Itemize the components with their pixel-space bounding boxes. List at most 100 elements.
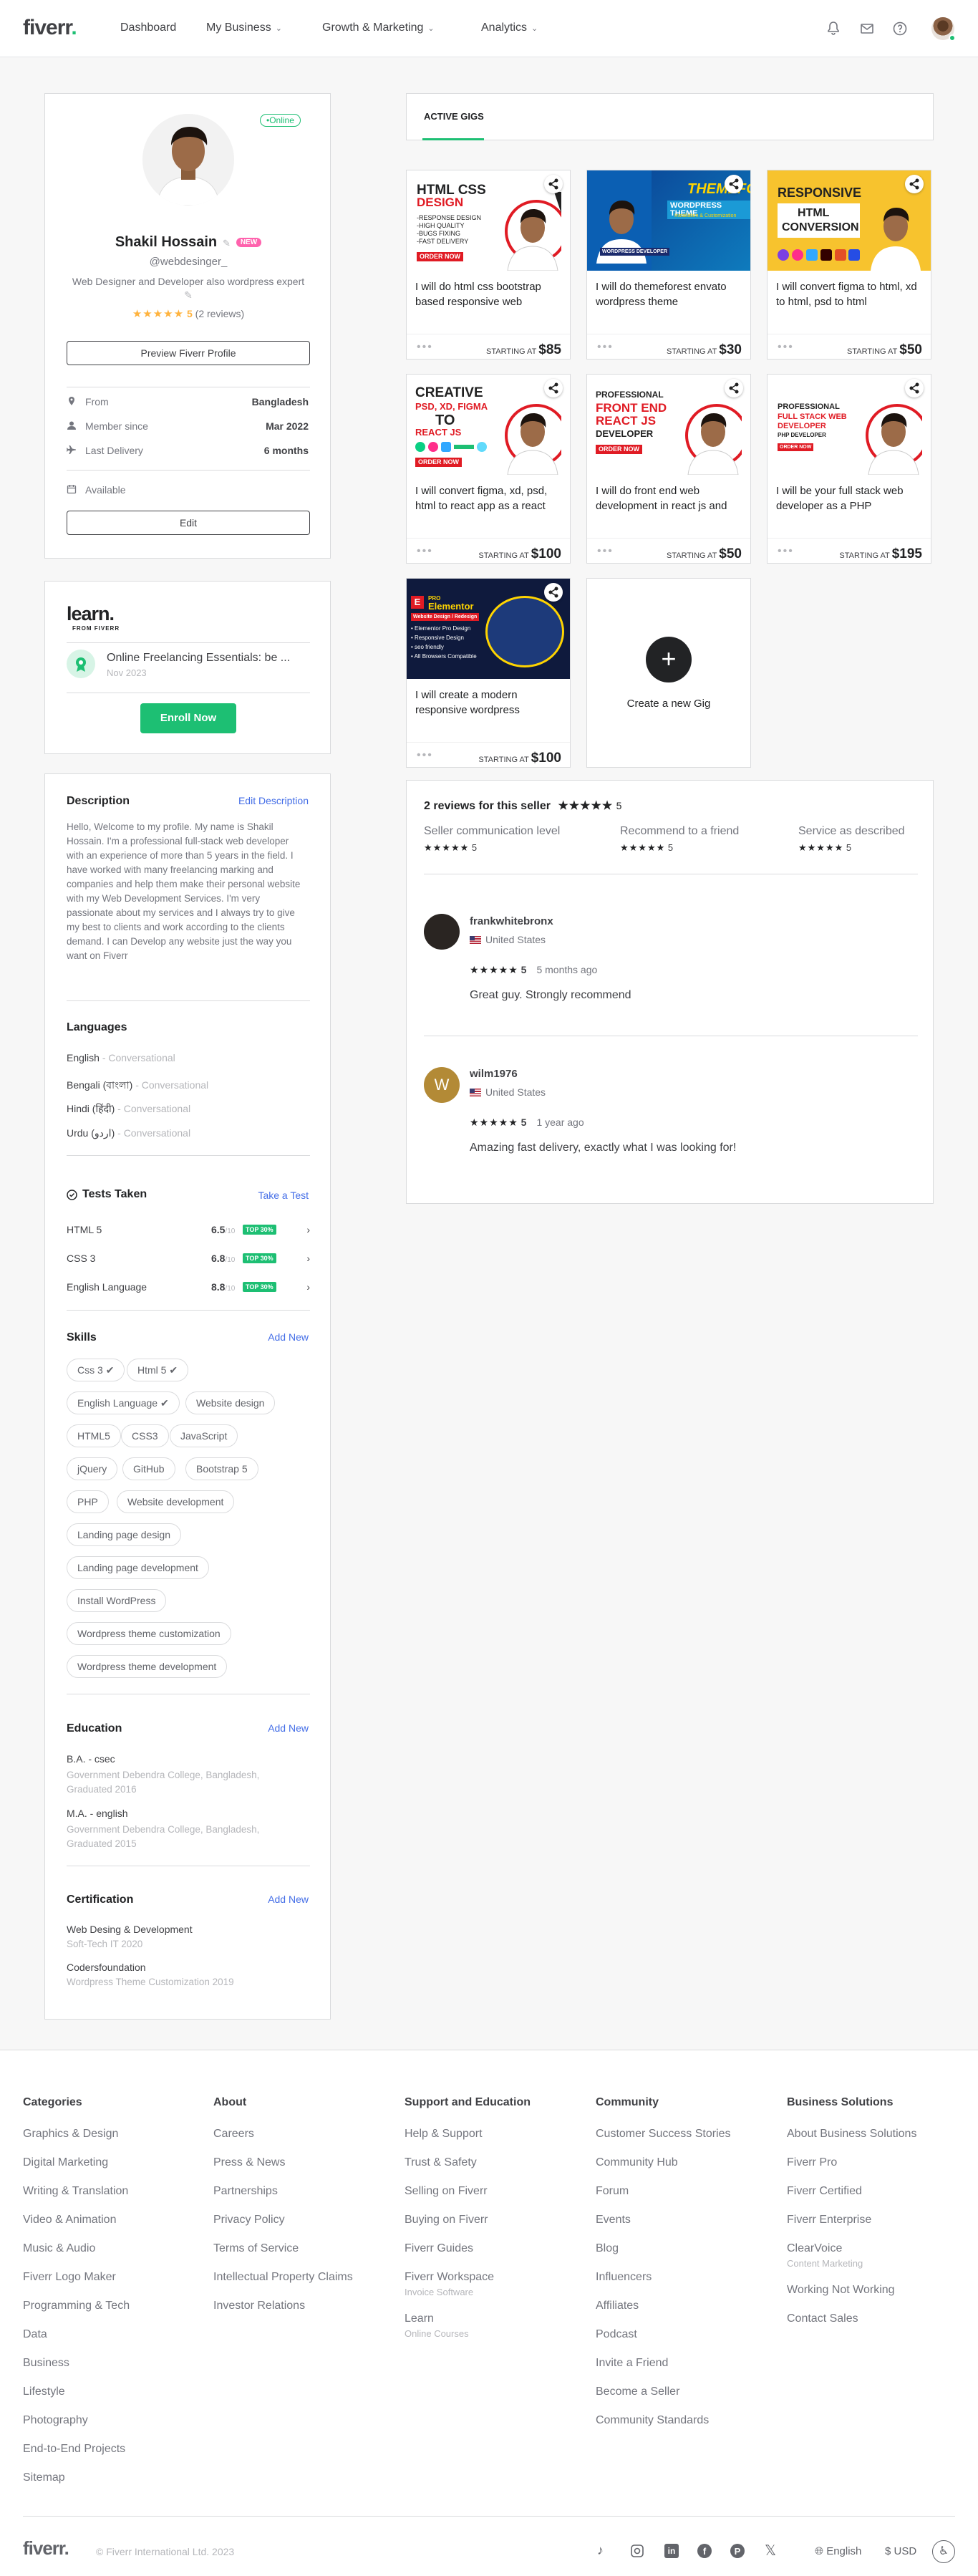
footer-link[interactable]: Community Hub bbox=[596, 2156, 678, 2169]
footer-link[interactable]: ClearVoice bbox=[787, 2242, 842, 2255]
gig-thumbnail[interactable]: THEMEFOREST WORDPRESS THEME Installation… bbox=[587, 170, 750, 271]
reviewer-name[interactable]: frankwhitebronx bbox=[470, 915, 553, 927]
enroll-now-button[interactable]: Enroll Now bbox=[140, 703, 236, 733]
nav-analytics[interactable]: Analytics ⌄ bbox=[481, 21, 538, 34]
gig-thumbnail[interactable]: PROFESSIONAL FRONT END REACT JS DEVELOPE… bbox=[587, 375, 750, 475]
test-row[interactable]: HTML 5 6.5/10 TOP 30% › bbox=[67, 1224, 310, 1238]
gig-title[interactable]: I will convert figma to html, xd to html… bbox=[776, 279, 924, 311]
add-education-link[interactable]: Add New bbox=[268, 1722, 309, 1734]
reviewer-name[interactable]: wilm1976 bbox=[470, 1068, 518, 1080]
share-icon[interactable] bbox=[544, 175, 563, 193]
share-icon[interactable] bbox=[905, 175, 924, 193]
more-options-icon[interactable]: ••• bbox=[778, 545, 794, 558]
more-options-icon[interactable]: ••• bbox=[417, 545, 433, 558]
share-icon[interactable] bbox=[725, 175, 743, 193]
share-icon[interactable] bbox=[905, 379, 924, 397]
edit-name-icon[interactable]: ✎ bbox=[223, 238, 231, 249]
gig-title[interactable]: I will convert figma, xd, psd, html to r… bbox=[415, 483, 563, 515]
gig-thumbnail[interactable]: CREATIVE PSD, XD, FIGMA TO REACT JS ORDE… bbox=[407, 375, 570, 475]
fiverr-logo[interactable]: fiverr. bbox=[23, 16, 77, 40]
footer-link[interactable]: Forum bbox=[596, 2185, 629, 2198]
preview-profile-button[interactable]: Preview Fiverr Profile bbox=[67, 341, 310, 365]
footer-link[interactable]: Business bbox=[23, 2357, 69, 2370]
footer-link[interactable]: Fiverr Logo Maker bbox=[23, 2271, 116, 2284]
test-row[interactable]: English Language 8.8/10 TOP 30% › bbox=[67, 1281, 310, 1296]
footer-link[interactable]: Blog bbox=[596, 2242, 619, 2255]
share-icon[interactable] bbox=[544, 379, 563, 397]
more-options-icon[interactable]: ••• bbox=[597, 545, 614, 558]
footer-link[interactable]: Digital Marketing bbox=[23, 2156, 108, 2169]
footer-link[interactable]: About Business Solutions bbox=[787, 2128, 916, 2141]
gig-card[interactable]: RESPONSIVE HTML CONVERSION I will conver… bbox=[767, 170, 931, 360]
footer-link[interactable]: Careers bbox=[213, 2128, 254, 2141]
gig-thumbnail[interactable]: PROFESSIONAL FULL STACK WEB DEVELOPER PH… bbox=[768, 375, 931, 475]
messages-icon[interactable] bbox=[858, 20, 876, 37]
more-options-icon[interactable]: ••• bbox=[597, 341, 614, 354]
edit-description-link[interactable]: Edit Description bbox=[238, 795, 309, 806]
gig-thumbnail[interactable]: RESPONSIVE HTML CONVERSION bbox=[768, 170, 931, 271]
footer-link[interactable]: Fiverr Guides bbox=[405, 2242, 473, 2255]
footer-link[interactable]: Selling on Fiverr bbox=[405, 2185, 488, 2198]
footer-link[interactable]: Invite a Friend bbox=[596, 2357, 668, 2370]
footer-link[interactable]: Fiverr Workspace bbox=[405, 2271, 494, 2284]
gig-card[interactable]: CREATIVE PSD, XD, FIGMA TO REACT JS ORDE… bbox=[406, 374, 571, 564]
currency-selector[interactable]: $ USD bbox=[885, 2545, 916, 2557]
footer-link[interactable]: Contact Sales bbox=[787, 2312, 858, 2325]
footer-link[interactable]: Working Not Working bbox=[787, 2284, 895, 2297]
footer-link[interactable]: Become a Seller bbox=[596, 2386, 679, 2398]
social-facebook-icon[interactable]: f bbox=[697, 2544, 712, 2558]
test-row[interactable]: CSS 3 6.8/10 TOP 30% › bbox=[67, 1253, 310, 1267]
edit-tagline-icon[interactable]: ✎ bbox=[184, 289, 193, 301]
footer-link[interactable]: Sitemap bbox=[23, 2471, 65, 2484]
gig-title[interactable]: I will do front end web development in r… bbox=[596, 483, 743, 515]
share-icon[interactable] bbox=[725, 379, 743, 397]
create-gig-card[interactable]: + Create a new Gig bbox=[586, 578, 751, 768]
gig-card[interactable]: E PRO Elementor Website Design / Redesig… bbox=[406, 578, 571, 768]
footer-link[interactable]: Writing & Translation bbox=[23, 2185, 128, 2198]
footer-link[interactable]: Affiliates bbox=[596, 2300, 639, 2312]
footer-link[interactable]: Customer Success Stories bbox=[596, 2128, 731, 2141]
gig-title[interactable]: I will do html css bootstrap based respo… bbox=[415, 279, 563, 311]
create-gig-label[interactable]: Create a new Gig bbox=[587, 698, 750, 710]
footer-link[interactable]: Press & News bbox=[213, 2156, 285, 2169]
gig-title[interactable]: I will do themeforest envato wordpress t… bbox=[596, 279, 743, 311]
tab-active-gigs[interactable]: ACTIVE GIGS bbox=[424, 111, 484, 122]
nav-my-business[interactable]: My Business ⌄ bbox=[206, 21, 282, 34]
share-icon[interactable] bbox=[544, 583, 563, 602]
footer-link[interactable]: Intellectual Property Claims bbox=[213, 2271, 353, 2284]
footer-link[interactable]: Terms of Service bbox=[213, 2242, 299, 2255]
more-options-icon[interactable]: ••• bbox=[778, 341, 794, 354]
nav-growth-marketing[interactable]: Growth & Marketing ⌄ bbox=[322, 21, 435, 34]
social-tiktok-icon[interactable]: ♪ bbox=[597, 2543, 604, 2558]
more-options-icon[interactable]: ••• bbox=[417, 749, 433, 762]
footer-link[interactable]: Learn bbox=[405, 2312, 434, 2325]
help-icon[interactable] bbox=[891, 20, 909, 37]
footer-link[interactable]: Trust & Safety bbox=[405, 2156, 477, 2169]
take-test-link[interactable]: Take a Test bbox=[258, 1190, 309, 1201]
footer-link[interactable]: Fiverr Enterprise bbox=[787, 2214, 871, 2227]
social-linkedin-icon[interactable]: in bbox=[664, 2544, 679, 2558]
footer-link[interactable]: Fiverr Pro bbox=[787, 2156, 837, 2169]
course-title[interactable]: Online Freelancing Essentials: be ... bbox=[107, 652, 314, 665]
footer-link[interactable]: Events bbox=[596, 2214, 631, 2227]
footer-link[interactable]: End-to-End Projects bbox=[23, 2443, 125, 2456]
footer-link[interactable]: Data bbox=[23, 2328, 47, 2341]
footer-link[interactable]: Fiverr Certified bbox=[787, 2185, 862, 2198]
footer-link[interactable]: Programming & Tech bbox=[23, 2300, 130, 2312]
gig-card[interactable]: HTML CSS DESIGN -RESPONSE DESIGN -HIGH Q… bbox=[406, 170, 571, 360]
gig-thumbnail[interactable]: HTML CSS DESIGN -RESPONSE DESIGN -HIGH Q… bbox=[407, 170, 570, 271]
accessibility-icon[interactable]: ♿︎ bbox=[932, 2540, 955, 2563]
profile-photo[interactable] bbox=[142, 114, 234, 206]
add-skill-link[interactable]: Add New bbox=[268, 1331, 309, 1343]
footer-fiverr-logo[interactable]: fiverr. bbox=[23, 2537, 69, 2560]
footer-link[interactable]: Graphics & Design bbox=[23, 2128, 118, 2141]
social-x-icon[interactable]: 𝕏 bbox=[765, 2542, 776, 2560]
more-options-icon[interactable]: ••• bbox=[417, 341, 433, 354]
footer-link[interactable]: Music & Audio bbox=[23, 2242, 95, 2255]
social-pinterest-icon[interactable]: P bbox=[730, 2544, 745, 2558]
footer-link[interactable]: Help & Support bbox=[405, 2128, 483, 2141]
bell-icon[interactable] bbox=[825, 20, 842, 37]
add-certification-link[interactable]: Add New bbox=[268, 1894, 309, 1905]
gig-card[interactable]: THEMEFOREST WORDPRESS THEME Installation… bbox=[586, 170, 751, 360]
gig-title[interactable]: I will create a modern responsive wordpr… bbox=[415, 688, 563, 719]
